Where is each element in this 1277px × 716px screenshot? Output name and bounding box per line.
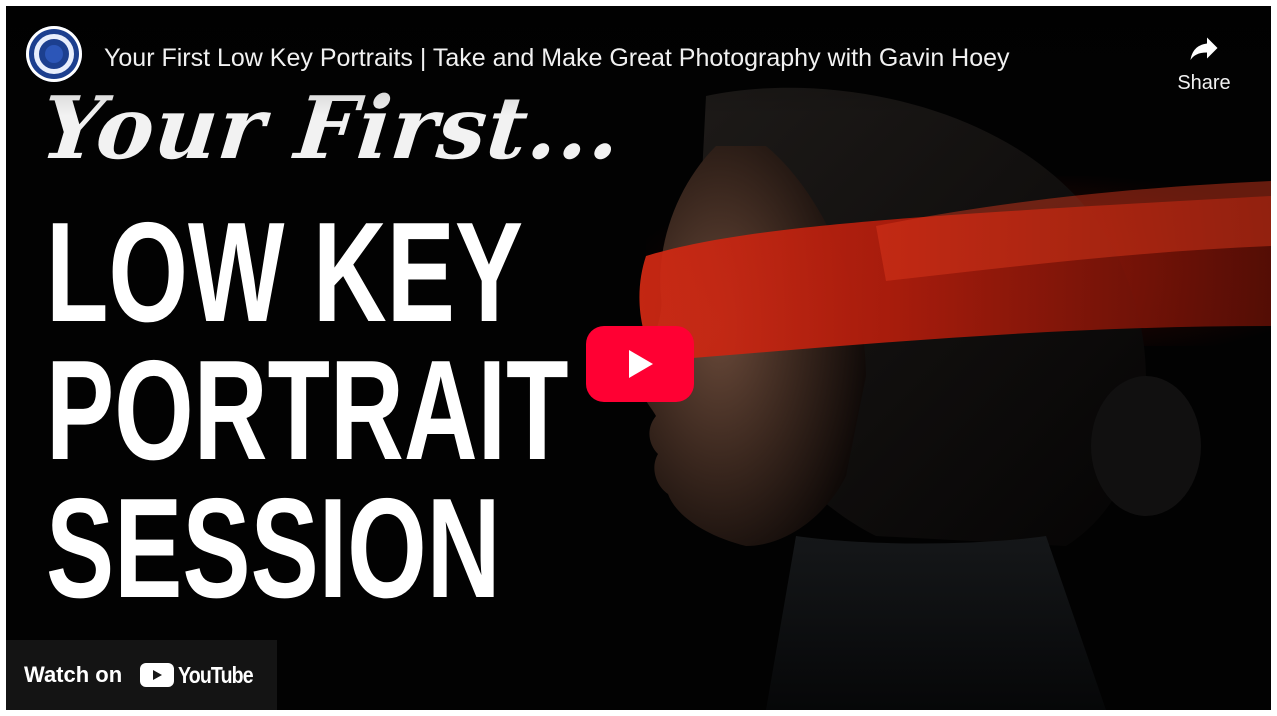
- watch-on-label: Watch on: [24, 662, 123, 687]
- youtube-logo: YouTube: [140, 662, 266, 689]
- youtube-logo-icon: [140, 663, 175, 687]
- video-title-link[interactable]: Your First Low Key Portraits | Take and …: [104, 44, 1010, 73]
- avatar-dot: [45, 45, 63, 63]
- turtleneck: [766, 536, 1106, 710]
- watch-on-youtube-button[interactable]: Watch on YouTube: [6, 640, 277, 710]
- thumbnail-line-1: LOW KEY: [46, 193, 524, 352]
- share-button[interactable]: Share: [1173, 30, 1235, 100]
- channel-avatar-icon[interactable]: [26, 26, 82, 82]
- thumbnail-line-3: SESSION: [46, 469, 501, 628]
- share-arrow-icon: [1190, 37, 1218, 60]
- youtube-embed-player[interactable]: Your First... LOW KEY PORTRAIT SESSION Y…: [6, 6, 1271, 710]
- play-button[interactable]: [586, 326, 694, 402]
- share-label: Share: [1177, 72, 1231, 94]
- avatar-ring: [34, 34, 74, 74]
- youtube-wordmark: YouTube: [178, 661, 254, 688]
- hair-bun: [1091, 376, 1201, 516]
- thumbnail-line-2: PORTRAIT: [46, 331, 569, 490]
